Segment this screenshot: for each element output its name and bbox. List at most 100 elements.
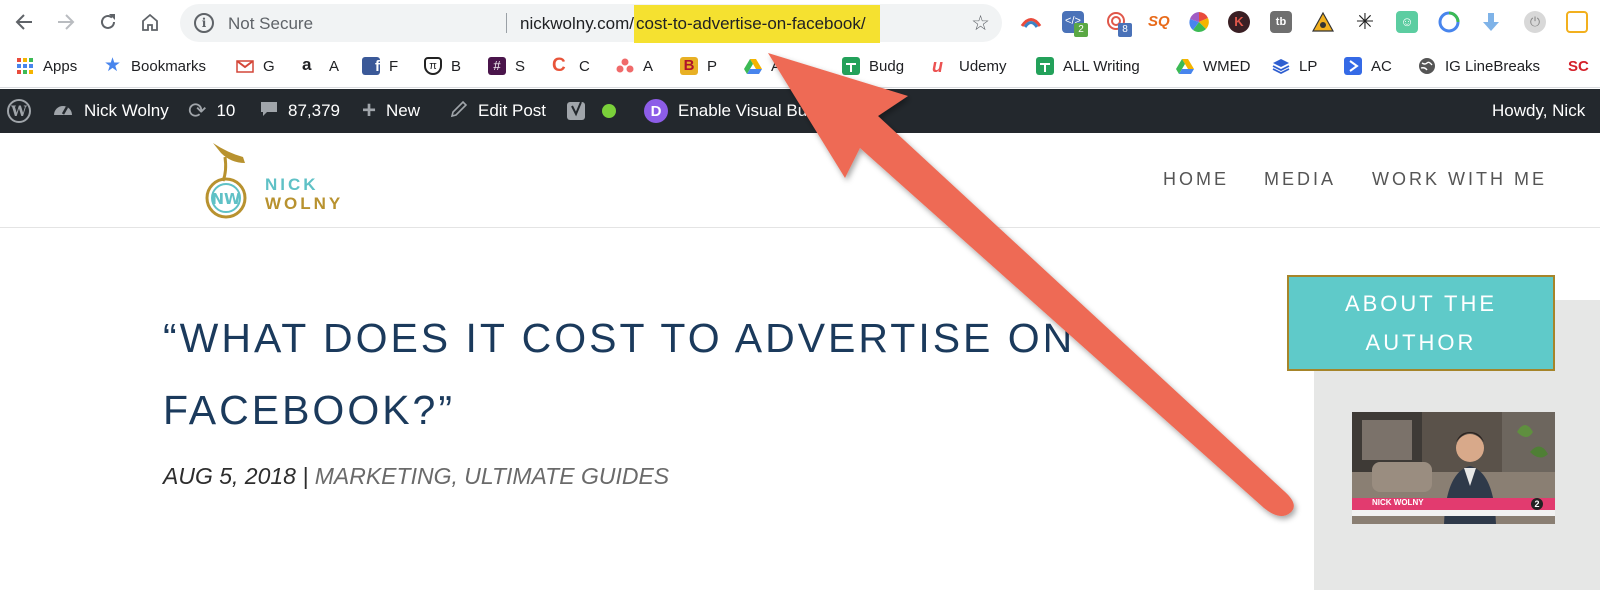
author-photo[interactable]: NICK WOLNY 2 [1352,412,1555,524]
bookmark-slack[interactable]: # S [488,56,525,76]
post-title: “WHAT DOES IT COST TO ADVERTISE ON FACEB… [163,302,1163,446]
bookmark-amazon[interactable]: aA [302,56,339,76]
wp-updates[interactable]: ⟳ 10 [188,89,235,133]
sheets-icon [842,57,860,75]
wp-howdy[interactable]: Howdy, Nick [1492,89,1585,133]
bookmark-label: SC [1568,57,1589,75]
address-bar[interactable]: i Not Secure nickwolny.com/cost-to-adver… [180,4,1002,43]
post-title-line-2: FACEBOOK?” [163,387,456,433]
post-categories[interactable]: MARKETING, ULTIMATE GUIDES [315,463,669,489]
post-title-line-1: “WHAT DOES IT COST TO ADVERTISE ON [163,315,1076,361]
bookmark-label: A [643,57,654,75]
site-logo-text[interactable]: NICK WOLNY [265,175,343,213]
google-extension-icon[interactable] [1438,11,1460,33]
bookmark-label: Budg [869,57,905,75]
yoast-icon[interactable] [566,89,586,133]
wp-site-name-label: Nick Wolny [84,101,169,120]
bookmark-pi[interactable]: πB [424,56,461,76]
bookmark-label: AD [771,57,792,75]
bookmark-facebook[interactable]: fF [362,56,398,76]
bookmark-drive-ad[interactable]: AD [744,56,792,76]
wp-edit-post[interactable]: Edit Post [450,89,546,133]
svg-text:W: W [10,104,27,120]
about-line-2: AUTHOR [1365,330,1477,355]
k-extension-icon[interactable]: K [1228,11,1250,33]
wp-comments-count: 87,379 [288,101,340,120]
drive-icon [1176,57,1194,75]
wp-visual-builder[interactable]: D Enable Visual Builder [644,89,839,133]
reload-icon[interactable] [94,8,122,36]
site-info-icon[interactable]: i [194,13,214,33]
code-extension-icon[interactable]: </> 2 [1062,11,1088,37]
meta-separator: | [295,463,315,489]
doc-extension-icon[interactable] [1566,11,1588,33]
home-icon[interactable] [136,8,164,36]
bookmark-ig-linebreaks[interactable]: IG LineBreaks [1418,56,1540,76]
bookmark-budg[interactable]: Budg [842,56,904,76]
bookmark-label: ALL Writing [1063,57,1140,75]
power-extension-icon[interactable]: ⏻ [1524,11,1546,33]
about-line-1: ABOUT THE [1344,291,1498,316]
bookmark-label: WMED [1203,57,1251,75]
logo-monogram: NW [211,190,241,208]
warning-extension-icon[interactable] [1311,11,1335,33]
bookmark-label: B [451,57,462,75]
wordpress-logo-icon[interactable]: W [6,89,32,133]
bookmark-label: P [707,57,718,75]
color-wheel-extension-icon[interactable] [1188,11,1210,33]
wp-comments[interactable]: 87,379 [260,89,340,133]
url-path-highlighted: cost-to-advertise-on-facebook/ [634,5,880,43]
nav-media[interactable]: MEDIA [1264,169,1336,190]
globe-icon [1418,57,1436,75]
download-extension-icon[interactable] [1480,11,1502,33]
tb-extension-icon[interactable]: tb [1270,11,1292,33]
ac-icon [1344,57,1362,75]
bookmark-apps[interactable]: Apps [16,56,77,76]
spiral-extension-icon[interactable]: 8 [1106,11,1132,37]
asterisk-extension-icon[interactable]: ✳ [1354,11,1376,33]
bookmark-bookmarks[interactable]: ★ Bookmarks [104,56,206,76]
asana-icon [616,57,634,75]
screen: i Not Secure nickwolny.com/cost-to-adver… [0,0,1600,590]
post-meta: AUG 5, 2018 | MARKETING, ULTIMATE GUIDES [163,463,669,490]
gmail-icon [236,57,254,75]
photo-caption: NICK WOLNY [1372,498,1424,507]
nav-home[interactable]: HOME [1163,169,1229,190]
nav-work-with-me[interactable]: WORK WITH ME [1372,169,1547,190]
bookmark-c[interactable]: CC [552,56,590,76]
bookmark-star-icon[interactable]: ☆ [971,11,990,36]
bookmark-all-writing[interactable]: ALL Writing [1036,56,1140,76]
sq-extension-icon[interactable]: SQ [1148,11,1170,33]
back-icon[interactable] [10,8,38,36]
bookmark-gmail[interactable]: G [236,56,275,76]
bookmark-p[interactable]: BP [680,56,717,76]
bookmark-wmed[interactable]: WMED [1176,56,1251,76]
bookmark-asana[interactable]: A [616,56,653,76]
updates-icon: ⟳ [188,98,207,123]
bookmark-label: Apps [43,57,78,75]
bookmark-udemy[interactable]: u Udemy [932,56,1007,76]
security-status: Not Secure [228,14,314,33]
face-extension-icon[interactable]: ☺ [1396,11,1418,33]
logo-horn-icon[interactable]: NW [203,141,263,219]
bookmark-ac[interactable]: AC [1344,56,1392,76]
pencil-icon [450,100,468,123]
facebook-icon: f [362,57,380,75]
logo-line-2: WOLNY [265,194,344,213]
udemy-icon: u [932,56,943,76]
wp-visual-builder-label: Enable Visual Builder [678,101,840,120]
site-header: NW NICK WOLNY HOME MEDIA WORK WITH ME [0,133,1600,228]
channel-logo-icon: 2 [1531,498,1543,510]
forward-icon[interactable] [52,8,80,36]
wp-new[interactable]: + New [362,89,420,133]
divi-icon: D [644,99,668,123]
wp-updates-count: 10 [216,101,236,120]
rainbow-extension-icon[interactable] [1020,11,1042,33]
url-text[interactable]: nickwolny.com/cost-to-advertise-on-faceb… [520,5,880,43]
extension-badge: 8 [1118,23,1132,37]
seo-status-dot-icon [602,89,616,133]
bookmark-label: Bookmarks [131,57,207,75]
bookmark-lp[interactable]: LP [1272,56,1317,76]
bookmark-sc[interactable]: SC [1568,56,1589,76]
wp-site-name[interactable]: Nick Wolny [52,89,169,133]
